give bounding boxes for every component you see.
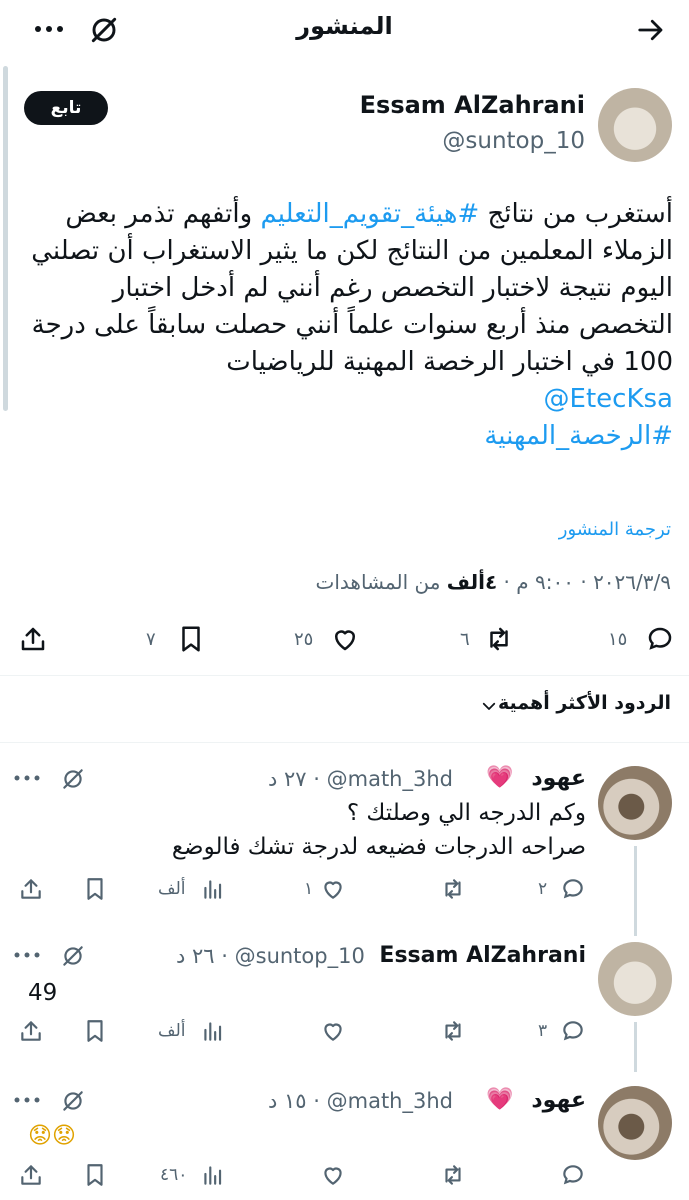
bookmark-count: ٧	[146, 629, 156, 650]
like-icon[interactable]	[320, 1162, 346, 1188]
grok-icon[interactable]	[88, 14, 120, 46]
reply-avatar[interactable]	[598, 1086, 672, 1160]
reply-author-name[interactable]: Essam AlZahrani	[379, 943, 586, 968]
hashtag-link[interactable]: #هيئة_تقويم_التعليم	[260, 199, 479, 229]
bookmark-icon[interactable]	[176, 624, 206, 654]
mention-link[interactable]: @EtecKsa	[23, 381, 673, 418]
sort-label: الردود الأكثر أهمية	[498, 692, 671, 714]
share-icon[interactable]	[18, 1018, 44, 1044]
share-icon[interactable]	[18, 1162, 44, 1188]
author-name[interactable]: Essam AlZahrani	[360, 91, 585, 119]
reply-handle[interactable]: @math_3hd	[327, 1089, 453, 1113]
avatar[interactable]	[598, 88, 672, 162]
reply-icon[interactable]	[560, 1162, 586, 1188]
reply-text-line: صراحه الدرجات فضيعه لدرجة تشك فالوضع	[171, 834, 586, 860]
replies-sort-button[interactable]: الردود الأكثر أهمية	[498, 692, 671, 714]
divider	[0, 675, 689, 676]
grok-icon[interactable]	[60, 766, 86, 792]
like-icon[interactable]	[320, 876, 346, 902]
hashtag-link[interactable]: #الرخصة_المهنية	[23, 418, 673, 455]
reply-icon[interactable]	[560, 1018, 586, 1044]
bookmark-icon[interactable]	[82, 876, 108, 902]
post-date: ٢٠٢٦/٣/٩	[593, 570, 671, 594]
reply-author-name[interactable]: عهود	[531, 1088, 586, 1113]
grok-icon[interactable]	[60, 943, 86, 969]
views-count: ألف	[158, 1021, 186, 1041]
post-meta: ٢٠٢٦/٣/٩ · ٩:٠٠ م · ٤ألف من المشاهدات	[316, 570, 671, 594]
reply-emoji-text: 😟😟	[28, 1123, 76, 1149]
chevron-down-icon[interactable]	[480, 697, 498, 715]
follow-button[interactable]: تابع	[24, 91, 108, 125]
reply-count: ٣	[538, 1021, 548, 1041]
post-line-1: أستغرب من نتائج #هيئة_تقويم_التعليم وأتف…	[23, 196, 673, 233]
post-highlight-bar	[3, 66, 8, 411]
reply-time: ٢٦ د	[176, 944, 215, 968]
thread-line	[634, 1022, 637, 1072]
views-icon[interactable]	[200, 1162, 226, 1188]
reply-avatar[interactable]	[598, 942, 672, 1016]
author-handle[interactable]: @suntop_10	[442, 128, 585, 154]
post-body: أستغرب من نتائج #هيئة_تقويم_التعليم وأتف…	[23, 196, 673, 455]
views-count: ٤٦٠	[160, 1165, 188, 1185]
reply-time: ٢٧ د	[268, 767, 307, 791]
translate-post-link[interactable]: ترجمة المنشور	[559, 519, 671, 540]
reply-avatar[interactable]	[598, 766, 672, 840]
pink-heart-icon: 💗	[486, 1087, 514, 1112]
reply-text-line: وكم الدرجه الي وصلتك ؟	[346, 800, 586, 826]
share-icon[interactable]	[18, 876, 44, 902]
repost-icon[interactable]	[440, 876, 466, 902]
reply-handle[interactable]: @suntop_10	[235, 944, 365, 968]
like-count: ٢٥	[294, 629, 314, 650]
reply-icon[interactable]	[644, 624, 676, 654]
like-count: ١	[304, 879, 314, 899]
bookmark-icon[interactable]	[82, 1018, 108, 1044]
like-icon[interactable]	[320, 1018, 346, 1044]
back-arrow-icon[interactable]	[636, 15, 666, 45]
reply-meta: ١٥ د · @math_3hd	[268, 1089, 453, 1113]
post-time: ٩:٠٠ م	[516, 570, 574, 594]
repost-icon[interactable]	[483, 624, 515, 654]
post-line-3: اليوم نتيجة لاختبار التخصص رغم أنني لم أ…	[112, 273, 673, 303]
bookmark-icon[interactable]	[82, 1162, 108, 1188]
pink-heart-icon: 💗	[486, 765, 514, 790]
repost-count: ٦	[460, 629, 470, 650]
grok-icon[interactable]	[60, 1088, 86, 1114]
reply-meta: ٢٧ د · @math_3hd	[268, 767, 453, 791]
reply-handle[interactable]: @math_3hd	[327, 767, 453, 791]
more-icon[interactable]	[14, 774, 40, 782]
reply-name-text: عهود	[531, 766, 586, 791]
thread-line	[634, 846, 637, 936]
views-label: من المشاهدات	[315, 570, 441, 594]
meta-separator: ·	[580, 570, 587, 594]
post-line-2: الزملاء المعلمين من النتائج لكن ما يثير …	[31, 236, 673, 266]
reply-name-text: عهود	[531, 1088, 586, 1113]
meta-separator: ·	[503, 570, 510, 594]
repost-icon[interactable]	[440, 1018, 466, 1044]
more-icon[interactable]	[34, 24, 64, 34]
post-text: وأتفهم تذمر بعض	[65, 199, 261, 229]
reply-count: ٢	[538, 879, 548, 899]
reply-time: ١٥ د	[268, 1089, 307, 1113]
repost-icon[interactable]	[440, 1162, 466, 1188]
like-icon[interactable]	[329, 624, 361, 654]
views-icon[interactable]	[200, 1018, 226, 1044]
views-count: ٤ألف	[446, 570, 498, 594]
reply-text-line: 49	[28, 980, 58, 1006]
views-count: ألف	[158, 879, 186, 899]
post-line-4: التخصص منذ أربع سنوات علماً أنني حصلت سا…	[31, 310, 673, 340]
views-icon[interactable]	[200, 876, 226, 902]
post-text: أستغرب من نتائج	[479, 199, 673, 229]
reply-count: ١٥	[608, 629, 628, 650]
more-icon[interactable]	[14, 951, 40, 959]
reply-icon[interactable]	[560, 876, 586, 902]
post-line-5: 100 في اختبار الرخصة المهنية للرياضيات	[226, 347, 673, 377]
divider	[0, 742, 689, 743]
reply-author-name[interactable]: عهود	[531, 766, 586, 791]
share-icon[interactable]	[18, 624, 48, 654]
more-icon[interactable]	[14, 1096, 40, 1104]
reply-meta: ٢٦ د · @suntop_10	[176, 944, 365, 968]
